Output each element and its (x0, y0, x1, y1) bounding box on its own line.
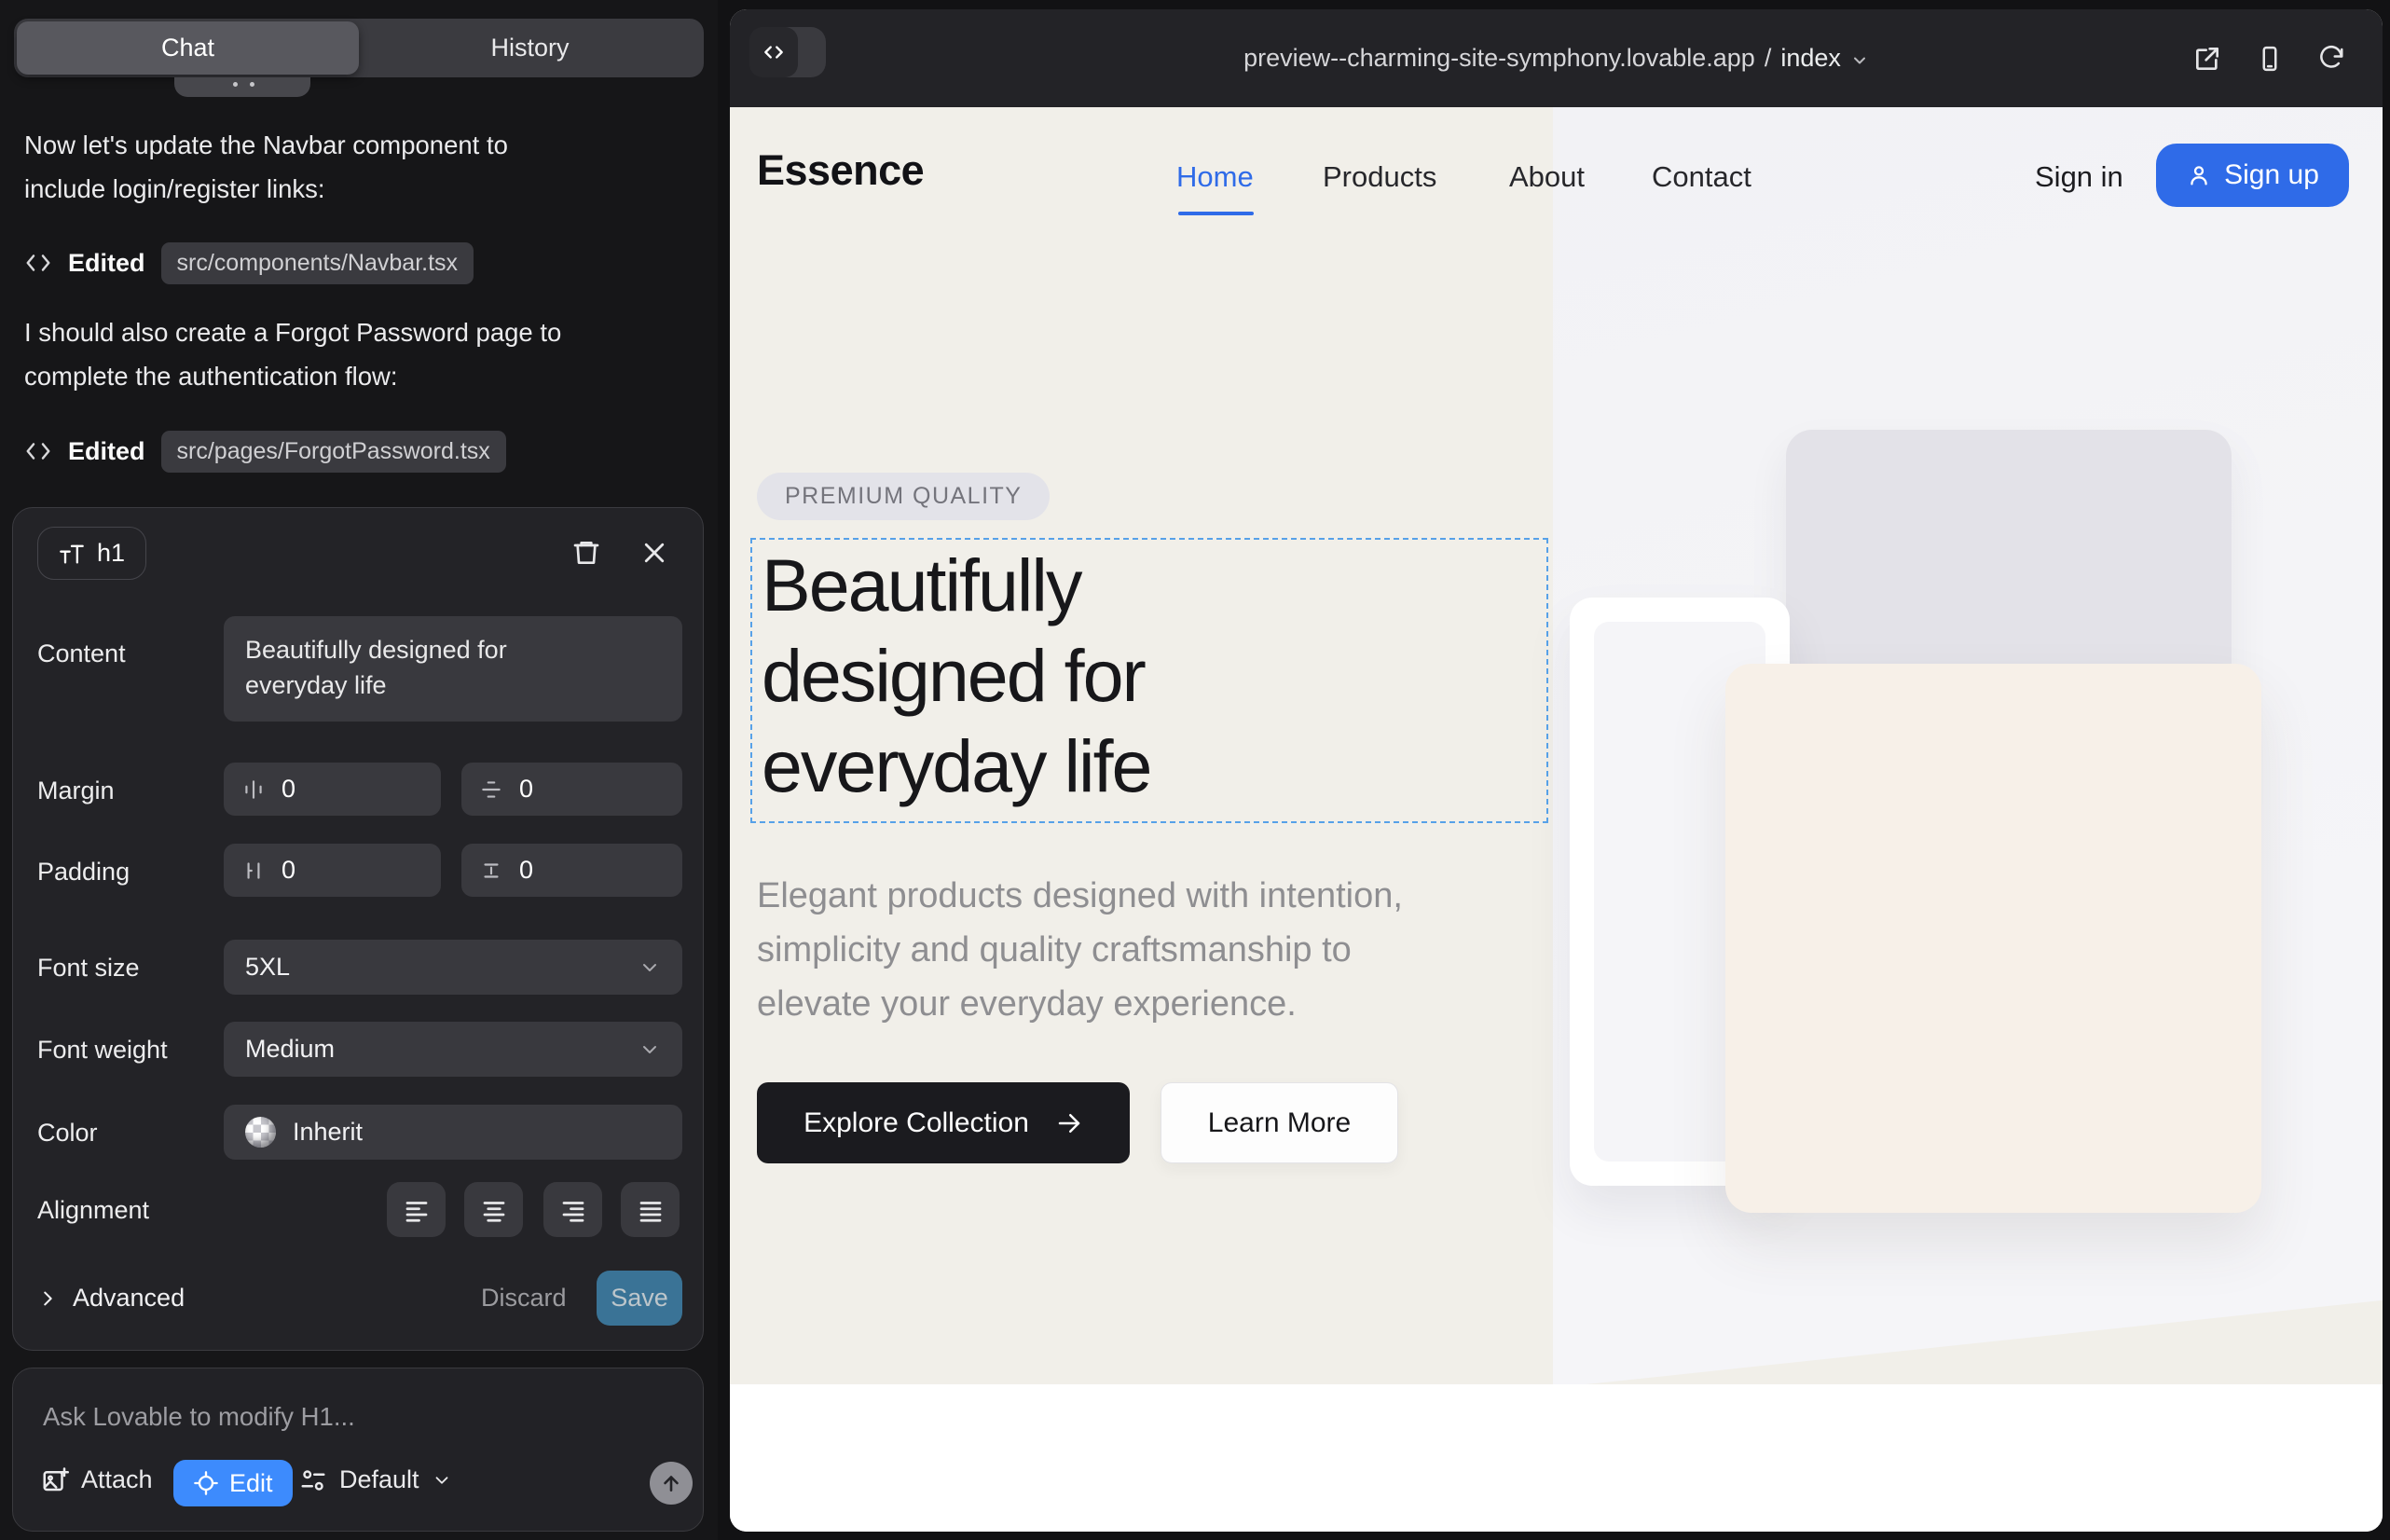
preview-window: preview--charming-site-symphony.lovable.… (730, 9, 2383, 1532)
refresh-icon[interactable] (2317, 45, 2345, 73)
explore-collection-button[interactable]: Explore Collection (757, 1082, 1130, 1163)
nav-link-products[interactable]: Products (1323, 160, 1436, 194)
edited-file-badge[interactable]: src/pages/ForgotPassword.tsx (161, 431, 506, 473)
h1-selection-frame[interactable]: Beautifully designed for everyday life (750, 538, 1548, 823)
tab-history-label: History (490, 34, 569, 62)
save-button[interactable]: Save (597, 1271, 682, 1326)
preview-actions (2192, 9, 2345, 107)
preview-viewport: Essence Home Products About Contact Sign… (730, 107, 2383, 1532)
padding-horizontal-input[interactable]: 0 (224, 844, 441, 897)
chevron-right-icon (37, 1288, 58, 1309)
preview-url: preview--charming-site-symphony.lovable.… (1243, 44, 1755, 73)
preview-topbar: preview--charming-site-symphony.lovable.… (730, 9, 2383, 107)
arrow-right-icon (1055, 1109, 1083, 1137)
selected-element-chip[interactable]: h1 (37, 527, 146, 580)
margin-field-label: Margin (37, 777, 115, 805)
content-input[interactable]: Beautifully designed for everyday life (224, 616, 682, 722)
edited-label: Edited (68, 437, 145, 466)
nav-link-about[interactable]: About (1509, 160, 1585, 194)
hero-heading[interactable]: Beautifully designed for everyday life (762, 540, 1151, 811)
edit-mode-button[interactable]: Edit (173, 1460, 293, 1506)
sliders-icon (299, 1466, 327, 1494)
nav-link-contact[interactable]: Contact (1652, 160, 1751, 194)
site-brand[interactable]: Essence (757, 146, 924, 195)
font-weight-field-label: Font weight (37, 1036, 168, 1065)
close-panel-button[interactable] (636, 534, 673, 571)
chat-message: I should also create a Forgot Password p… (24, 310, 561, 398)
nav-active-underline (1178, 212, 1254, 215)
padding-vertical-input[interactable]: 0 (461, 844, 682, 897)
sidebar-tabs: Chat History (14, 19, 704, 77)
chevron-down-icon (639, 956, 661, 979)
delete-element-button[interactable] (568, 534, 605, 571)
align-justify-button[interactable] (621, 1182, 680, 1237)
color-swatch (245, 1117, 276, 1148)
preview-path: index (1780, 44, 1841, 73)
padding-horizontal-icon (241, 859, 266, 883)
margin-horizontal-icon (241, 777, 266, 802)
margin-horizontal-input[interactable]: 0 (224, 763, 441, 816)
padding-vertical-icon (479, 859, 503, 883)
target-icon (193, 1470, 219, 1496)
lovable-app: Chat History Now let's update the Navbar… (0, 0, 2390, 1540)
url-separator: / (1765, 44, 1772, 73)
send-button[interactable] (650, 1462, 693, 1505)
chevron-down-icon (1850, 51, 1869, 70)
edited-file-row: Edited src/components/Navbar.tsx (24, 241, 474, 285)
selected-element-tag: h1 (97, 539, 125, 568)
padding-field-label: Padding (37, 858, 130, 887)
chevron-down-icon (432, 1470, 452, 1491)
edited-file-row: Edited src/pages/ForgotPassword.tsx (24, 429, 506, 474)
edited-label: Edited (68, 249, 145, 278)
align-center-button[interactable] (464, 1182, 523, 1237)
premium-quality-badge: PREMIUM QUALITY (757, 473, 1050, 520)
alignment-field-label: Alignment (37, 1196, 149, 1225)
chat-composer[interactable]: Ask Lovable to modify H1... Attach Edit … (12, 1368, 704, 1532)
font-size-field-label: Font size (37, 954, 140, 983)
font-size-select[interactable]: 5XL (224, 940, 682, 995)
content-field-label: Content (37, 639, 126, 668)
hero-description: Elegant products designed with intention… (757, 869, 1403, 1031)
tab-chat-label: Chat (161, 34, 214, 62)
code-icon (24, 249, 52, 277)
attach-button[interactable]: Attach (41, 1465, 153, 1494)
sign-in-link[interactable]: Sign in (2035, 160, 2123, 194)
font-weight-select[interactable]: Medium (224, 1022, 682, 1077)
code-icon (24, 437, 52, 465)
chevron-down-icon (639, 1038, 661, 1061)
decorative-card-cream (1725, 664, 2261, 1213)
margin-vertical-input[interactable]: 0 (461, 763, 682, 816)
scrolled-badge-fragment (174, 77, 310, 97)
model-selector[interactable]: Default (299, 1465, 452, 1494)
mobile-view-icon[interactable] (2256, 45, 2284, 73)
tab-chat[interactable]: Chat (17, 21, 359, 75)
attach-image-icon (41, 1466, 69, 1494)
typography-icon (59, 541, 85, 567)
sign-up-button[interactable]: Sign up (2156, 144, 2349, 207)
chat-message: Now let's update the Navbar component to… (24, 123, 508, 211)
open-external-icon[interactable] (2192, 44, 2222, 74)
learn-more-button[interactable]: Learn More (1161, 1082, 1398, 1163)
color-field-label: Color (37, 1119, 98, 1148)
color-select[interactable]: Inherit (224, 1105, 682, 1160)
margin-vertical-icon (479, 777, 503, 802)
tab-history[interactable]: History (359, 21, 701, 75)
preview-url-bar[interactable]: preview--charming-site-symphony.lovable.… (730, 9, 2383, 107)
element-editor-panel: h1 Content Beautifully designed for ever… (12, 507, 704, 1351)
align-right-button[interactable] (543, 1182, 602, 1237)
align-left-button[interactable] (387, 1182, 446, 1237)
composer-placeholder: Ask Lovable to modify H1... (43, 1402, 355, 1432)
discard-button[interactable]: Discard (481, 1284, 567, 1313)
user-icon (2186, 162, 2212, 188)
edited-file-badge[interactable]: src/components/Navbar.tsx (161, 242, 474, 284)
advanced-toggle[interactable]: Advanced (37, 1284, 185, 1313)
chat-sidebar: Chat History Now let's update the Navbar… (0, 0, 718, 1540)
nav-link-home[interactable]: Home (1176, 160, 1254, 194)
